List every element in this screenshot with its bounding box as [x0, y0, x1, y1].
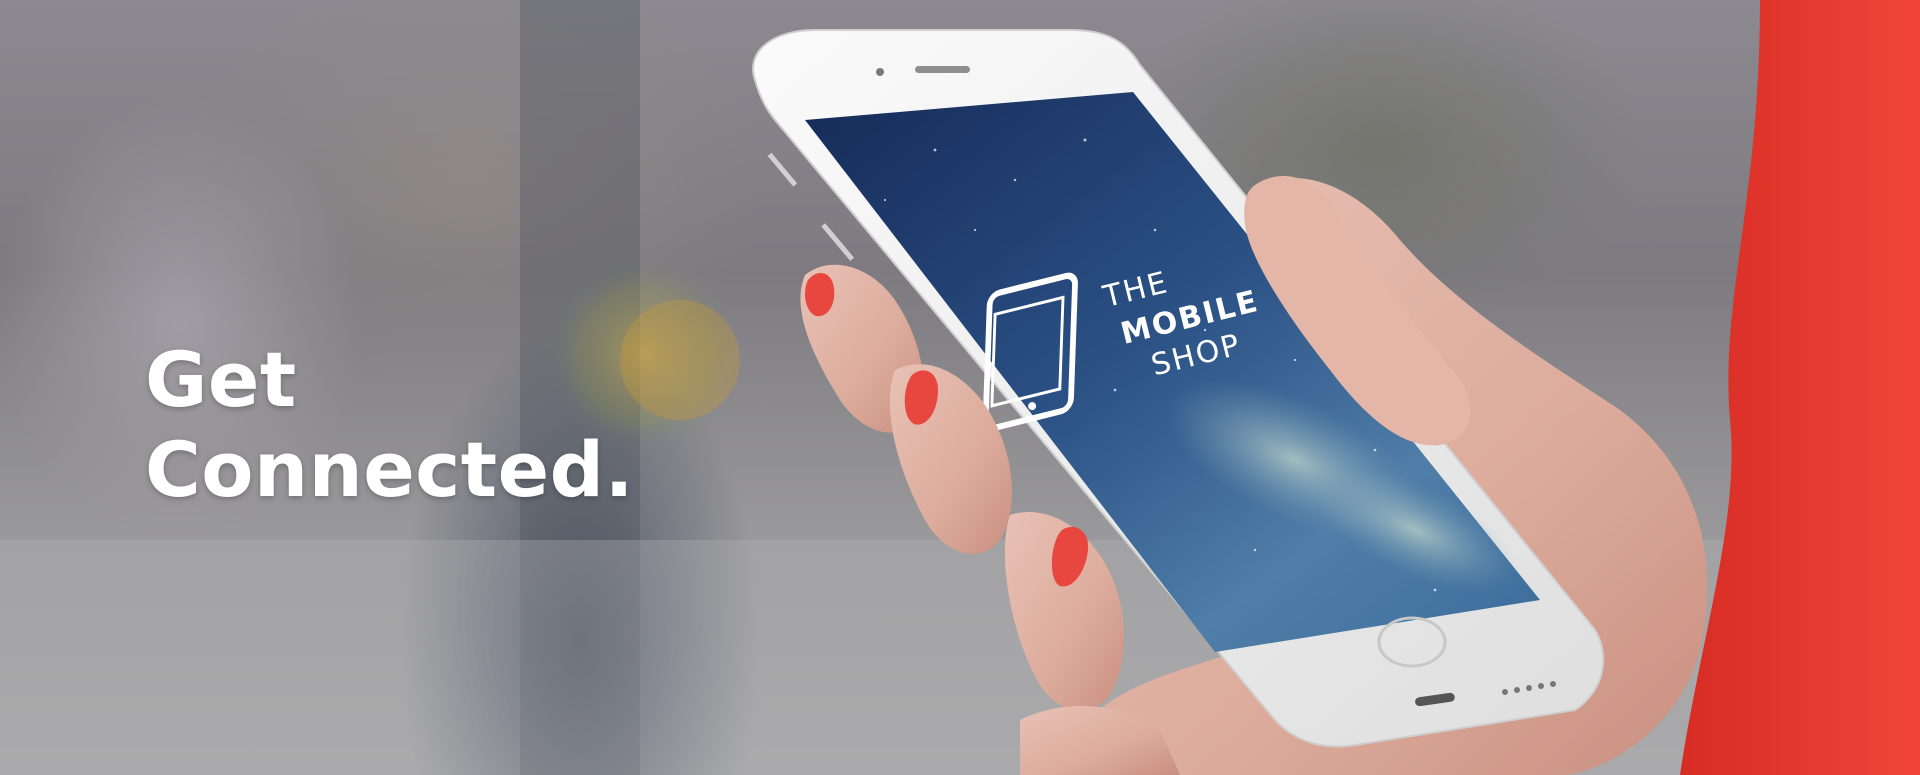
headline-line-1: Get: [145, 335, 297, 424]
headline-line-2: Connected.: [145, 425, 634, 514]
hero-headline: Get Connected.: [145, 335, 634, 515]
red-sleeve: [1680, 0, 1920, 775]
hero-banner: THE MOBILE SHOP Get Connected.: [0, 0, 1920, 775]
